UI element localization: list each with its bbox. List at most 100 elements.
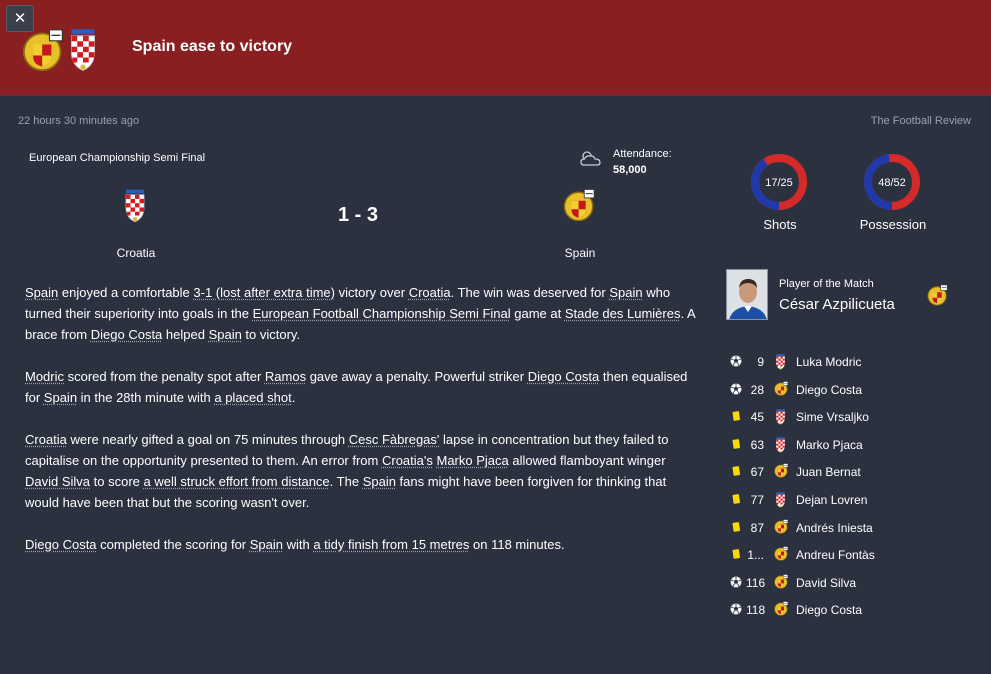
cloud-icon [580,151,601,166]
highlight-link[interactable]: a placed shot [214,390,291,405]
highlight-link[interactable]: a tidy finish from 15 metres [313,537,469,552]
event-row: 28 Diego Costa [726,376,976,404]
spain-crest-icon [927,283,949,307]
event-row: 1... Andreu Fontàs [726,541,976,569]
report-paragraph: Diego Costa completed the scoring for Sp… [25,537,565,552]
event-row: 9 Luka Modric [726,348,976,376]
event-player[interactable]: Diego Costa [796,383,862,397]
report-paragraph: Modric scored from the penalty spot afte… [25,369,688,405]
player-link[interactable]: David Silva [25,474,90,489]
article-source: The Football Review [870,115,971,127]
stadium-link[interactable]: Stade des Lumières [565,306,681,321]
header-bar: ✕ Spain ease to victory [0,0,991,95]
croatia-crest-icon [774,408,787,425]
competition-link[interactable]: European Football Championship Semi Fina… [253,306,511,321]
player-link[interactable]: Modric [25,369,64,384]
event-player[interactable]: Luka Modric [796,355,861,369]
event-minute: 63 [750,437,764,452]
event-player[interactable]: Marko Pjaca [796,438,863,452]
team-link[interactable]: Croatia [25,432,67,447]
croatia-crest-icon [774,436,787,453]
event-player[interactable]: Sime Vrsaljko [796,410,869,424]
event-minute: 9 [757,355,764,369]
event-minute: 116 [746,575,766,590]
possession-label: Possession [859,217,927,232]
event-minute: 1... [747,548,764,563]
yellow-card-icon [732,438,740,449]
event-player[interactable]: Andreu Fontàs [796,548,875,562]
event-player[interactable]: Dejan Lovren [796,493,867,507]
page-title: Spain ease to victory [132,38,293,55]
shots-value: 17/25 [765,177,793,189]
event-row: 67 Juan Bernat [726,458,976,486]
match-report: Spain enjoyed a comfortable 3-1 (lost af… [25,282,695,576]
spain-crest-icon [774,574,789,589]
player-link[interactable]: Diego Costa [528,369,600,384]
spain-crest-icon[interactable] [563,188,597,222]
football-icon [730,383,742,395]
player-link[interactable]: Cesc Fàbregas' [349,432,440,447]
team-link[interactable]: Spain [250,537,283,552]
yellow-card-icon [732,411,740,421]
event-minute: 67 [750,465,764,480]
potm-player-name[interactable]: César Azpilicueta [779,296,895,313]
event-minute: 45 [750,410,764,425]
player-portrait-icon [727,270,767,319]
shots-label: Shots [763,217,797,232]
football-icon [730,576,742,588]
team-link[interactable]: Spain [209,327,242,342]
player-link[interactable]: Diego Costa [91,327,163,342]
event-row: 87 Andrés Iniesta [726,514,976,542]
spain-crest-icon [774,601,789,616]
yellow-card-icon [732,549,740,559]
event-player[interactable]: Juan Bernat [796,465,861,479]
event-row: 63 Marko Pjaca [726,431,976,459]
player-link[interactable]: Diego Costa [25,537,97,552]
yellow-card-icon [732,521,740,532]
spain-crest-icon [774,463,789,478]
attendance-value: 58,000 [613,164,647,176]
player-link[interactable]: Marko Pjaca [437,453,509,468]
spain-crest-icon [22,28,66,72]
away-team-name[interactable]: Spain [530,246,630,260]
croatia-crest-icon [64,26,102,72]
team-link[interactable]: Spain [609,285,642,300]
competition-name: European Championship Semi Final [29,152,206,164]
croatia-crest-icon [774,353,787,370]
event-row: 116 David Silva [726,569,976,597]
event-row: 118 Diego Costa [726,596,976,624]
report-paragraph: Spain enjoyed a comfortable 3-1 (lost af… [25,285,695,342]
report-paragraph: Croatia were nearly gifted a goal on 75 … [25,432,669,510]
football-icon [730,603,742,615]
spain-crest-icon [774,519,789,534]
event-row: 45 Sime Vrsaljko [726,403,976,431]
attendance-label: Attendance: [613,148,672,160]
player-link[interactable]: Ramos [265,369,306,384]
team-link[interactable]: Croatia [409,285,451,300]
team-link[interactable]: Spain [44,390,77,405]
potm-label: Player of the Match [779,278,874,290]
team-link[interactable]: Croatia's [382,453,433,468]
highlight-link[interactable]: a well struck effort from distance [144,474,330,489]
croatia-crest-icon [774,491,787,508]
header-divider [0,95,991,96]
event-player[interactable]: David Silva [796,576,856,590]
football-icon [730,355,742,367]
event-player[interactable]: Diego Costa [796,603,862,617]
event-minute: 28 [750,382,764,397]
result-link[interactable]: 3-1 (lost after extra time) [193,285,335,300]
event-row: 77 Dejan Lovren [726,486,976,514]
possession-value: 48/52 [878,177,906,189]
event-minute: 77 [750,492,764,507]
yellow-card-icon [732,494,740,504]
match-events-list: 9 Luka Modric 28 Diego Costa 45 Sime Vrsaljko… [726,348,976,624]
team-link[interactable]: Spain [25,285,58,300]
event-minute: 87 [750,520,764,535]
spain-crest-icon [774,381,789,396]
event-player[interactable]: Andrés Iniesta [796,521,873,535]
home-team-name[interactable]: Croatia [86,246,186,260]
team-link[interactable]: Spain [363,474,396,489]
potm-avatar[interactable] [726,269,768,320]
croatia-crest-icon[interactable] [120,187,150,223]
spain-crest-icon [774,546,789,561]
